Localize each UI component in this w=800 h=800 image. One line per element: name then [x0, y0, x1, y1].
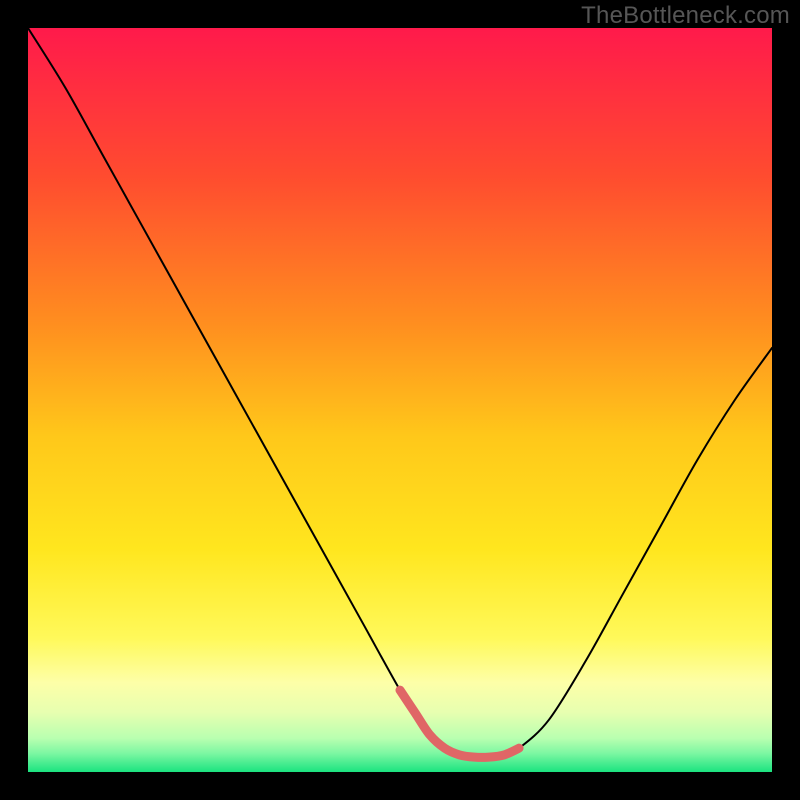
chart-container: TheBottleneck.com	[0, 0, 800, 800]
plot-area	[28, 28, 772, 772]
bottleneck-chart	[28, 28, 772, 772]
watermark-text: TheBottleneck.com	[581, 2, 790, 30]
